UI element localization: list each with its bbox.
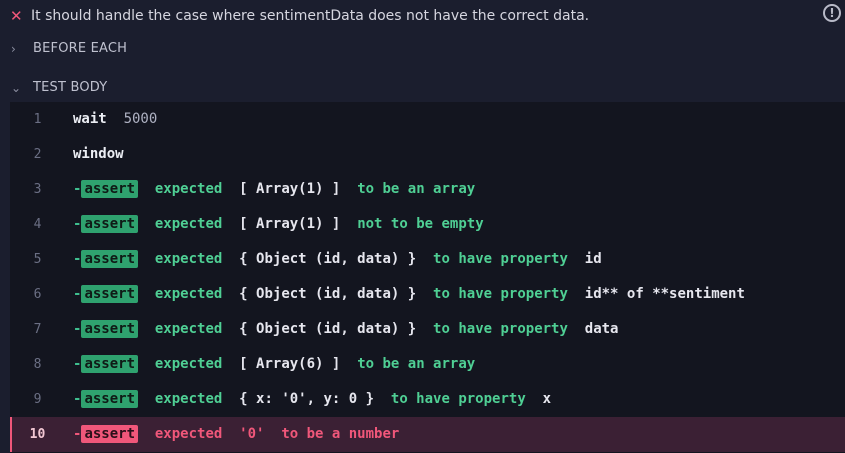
line-number: 4 xyxy=(33,217,42,232)
assert-subject: [ Array(1) ] xyxy=(239,216,341,232)
assert-badge: assert xyxy=(81,180,139,198)
assert-text: - assert expected [ Array(1) ] to be an a… xyxy=(73,172,475,207)
assert-dash: - xyxy=(73,321,82,337)
command-row[interactable]: 1 wait 5000 xyxy=(10,102,845,137)
assert-text: - assert expected [ Array(1) ] not to be … xyxy=(73,207,484,242)
command-name: wait xyxy=(73,111,107,127)
line-number: 6 xyxy=(33,287,42,302)
before-each-section[interactable]: › BEFORE EACH xyxy=(0,37,845,61)
test-body-label: TEST BODY xyxy=(33,80,108,95)
line-number: 1 xyxy=(33,112,42,127)
chevron-right-icon: › xyxy=(11,42,16,56)
assert-phrase: to have property xyxy=(433,321,568,337)
assert-dash: - xyxy=(73,216,82,232)
assert-target: id xyxy=(584,251,602,267)
assert-badge: assert xyxy=(81,425,139,443)
assert-text: - assert expected { x: '0', y: 0 } to hav… xyxy=(73,382,551,417)
assert-badge: assert xyxy=(81,355,139,373)
line-number: 9 xyxy=(33,392,42,407)
assert-target: x xyxy=(542,391,552,407)
assert-badge: assert xyxy=(81,320,139,338)
assert-subject: { Object (id, data) } xyxy=(239,321,417,337)
command-row[interactable]: 2 window xyxy=(10,137,845,172)
assert-expected: expected xyxy=(154,286,223,302)
assert-target: id** of **sentiment xyxy=(584,286,745,302)
assert-row[interactable]: 6 - assert expected { Object (id, data) }… xyxy=(10,277,845,312)
assert-subject: '0' xyxy=(239,426,265,442)
assert-badge: assert xyxy=(81,215,139,233)
command-name: window xyxy=(73,146,124,162)
assert-row[interactable]: 3 - assert expected [ Array(1) ] to be an… xyxy=(10,172,845,207)
fail-x-icon: ✕ xyxy=(10,7,23,25)
test-body-section[interactable]: ⌄ TEST BODY xyxy=(0,76,845,100)
assert-phrase: to have property xyxy=(433,286,568,302)
assert-text: - assert expected '0' to be a number xyxy=(73,417,399,452)
assert-subject: { Object (id, data) } xyxy=(239,251,417,267)
assert-phrase: to be an array xyxy=(357,356,476,372)
failed-assert-row[interactable]: 10 - assert expected '0' to be a number xyxy=(10,417,845,452)
command-text: wait 5000 xyxy=(73,102,157,137)
line-number: 7 xyxy=(33,322,42,337)
assert-expected: expected xyxy=(154,181,223,197)
assert-dash: - xyxy=(73,426,82,442)
line-number: 2 xyxy=(33,147,42,162)
assert-phrase: to be a number xyxy=(281,426,400,442)
assert-dash: - xyxy=(73,391,82,407)
command-arg: 5000 xyxy=(123,111,158,127)
assert-expected: expected xyxy=(154,321,223,337)
assert-row[interactable]: 9 - assert expected { x: '0', y: 0 } to h… xyxy=(10,382,845,417)
assert-badge: assert xyxy=(81,285,139,303)
line-number: 3 xyxy=(33,182,42,197)
assert-row[interactable]: 7 - assert expected { Object (id, data) }… xyxy=(10,312,845,347)
assert-expected: expected xyxy=(154,391,223,407)
line-number: 8 xyxy=(33,357,42,372)
line-number: 10 xyxy=(29,427,46,442)
assert-subject: { x: '0', y: 0 } xyxy=(239,391,375,407)
assert-text: - assert expected { Object (id, data) } t… xyxy=(73,277,745,312)
assert-phrase: to have property xyxy=(433,251,568,267)
assert-phrase: not to be empty xyxy=(357,216,484,232)
assert-phrase: to be an array xyxy=(357,181,476,197)
assert-badge: assert xyxy=(81,250,139,268)
assert-dash: - xyxy=(73,251,82,267)
assert-target: data xyxy=(584,321,619,337)
assert-expected: expected xyxy=(154,216,223,232)
assert-row[interactable]: 8 - assert expected [ Array(6) ] to be an… xyxy=(10,347,845,382)
assert-dash: - xyxy=(73,356,82,372)
assert-row[interactable]: 5 - assert expected { Object (id, data) }… xyxy=(10,242,845,277)
line-number: 5 xyxy=(33,252,42,267)
assert-subject: { Object (id, data) } xyxy=(239,286,417,302)
assert-expected: expected xyxy=(154,426,223,442)
chevron-down-icon: ⌄ xyxy=(11,81,22,95)
info-circle-icon[interactable]: ! xyxy=(823,4,841,22)
assert-dash: - xyxy=(73,286,82,302)
test-body-command-list: 1 wait 5000 2 window 3 - assert expected … xyxy=(10,102,845,453)
before-each-label: BEFORE EACH xyxy=(33,41,128,56)
command-text: window xyxy=(73,137,124,172)
assert-subject: [ Array(6) ] xyxy=(239,356,341,372)
test-header[interactable]: ✕ It should handle the case where sentim… xyxy=(0,0,845,32)
assert-subject: [ Array(1) ] xyxy=(239,181,341,197)
assert-phrase: to have property xyxy=(390,391,526,407)
assert-row[interactable]: 4 - assert expected [ Array(1) ] not to b… xyxy=(10,207,845,242)
assert-text: - assert expected { Object (id, data) } t… xyxy=(73,242,602,277)
assert-expected: expected xyxy=(154,356,223,372)
test-title: It should handle the case where sentimen… xyxy=(31,8,590,24)
assert-expected: expected xyxy=(154,251,223,267)
assert-text: - assert expected [ Array(6) ] to be an a… xyxy=(73,347,475,382)
assert-text: - assert expected { Object (id, data) } t… xyxy=(73,312,618,347)
assert-badge: assert xyxy=(81,390,139,408)
assert-dash: - xyxy=(73,181,82,197)
